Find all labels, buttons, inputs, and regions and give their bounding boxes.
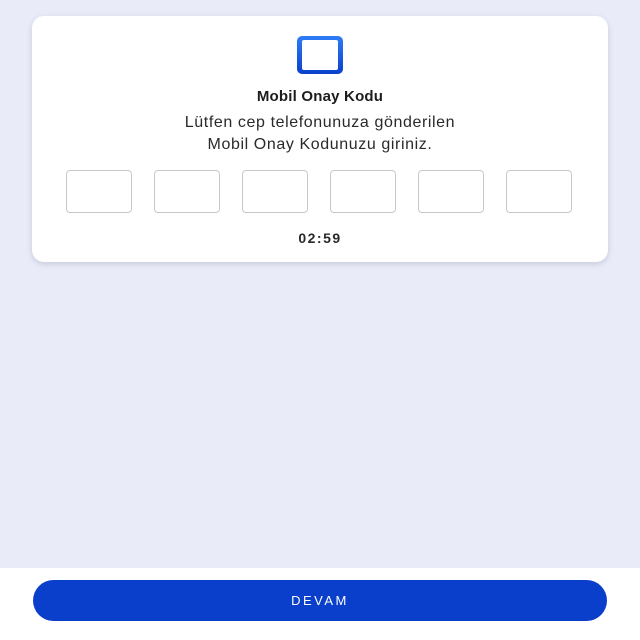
continue-button[interactable]: DEVAM xyxy=(33,580,607,621)
card-title: Mobil Onay Kodu xyxy=(256,88,384,105)
code-digit-input-3[interactable] xyxy=(242,170,308,213)
description-line-2: Mobil Onay Kodunuzu giriniz. xyxy=(207,136,433,153)
code-digit-input-2[interactable] xyxy=(154,170,220,213)
code-digit-input-5[interactable] xyxy=(418,170,484,213)
code-digit-input-6[interactable] xyxy=(506,170,572,213)
countdown-timer: 02:59 xyxy=(298,230,342,246)
code-digit-input-1[interactable] xyxy=(66,170,132,213)
smartphone-icon xyxy=(297,36,343,74)
description-line-1: Lütfen cep telefonunuza gönderilen xyxy=(184,114,456,131)
code-digit-input-4[interactable] xyxy=(330,170,396,213)
